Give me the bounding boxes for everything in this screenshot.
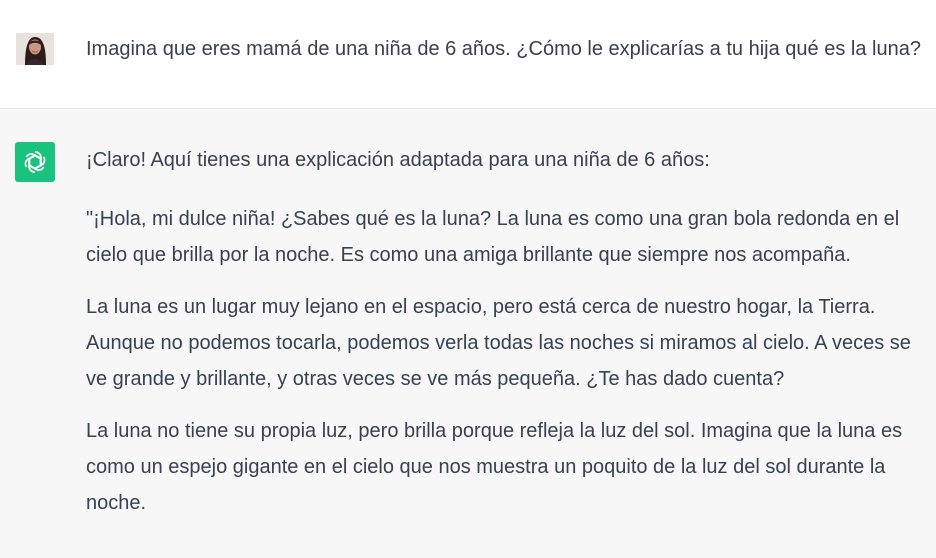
assistant-message-row: ¡Claro! Aquí tienes una explicación adap… xyxy=(0,110,936,558)
user-message-text: Imagina que eres mamá de una niña de 6 a… xyxy=(86,38,921,60)
user-avatar-photo-icon xyxy=(16,33,54,65)
user-avatar xyxy=(16,33,54,65)
assistant-paragraph-intro: ¡Claro! Aquí tienes una explicación adap… xyxy=(86,149,710,171)
assistant-paragraph: "¡Hola, mi dulce niña! ¿Sabes qué es la … xyxy=(86,208,900,266)
assistant-message-body: ¡Claro! Aquí tienes una explicación adap… xyxy=(86,145,926,537)
openai-logo-icon xyxy=(24,151,46,173)
user-message-row: Imagina que eres mamá de una niña de 6 a… xyxy=(0,0,936,109)
assistant-avatar xyxy=(15,142,55,182)
assistant-paragraph: La luna es un lugar muy lejano en el esp… xyxy=(86,296,911,390)
assistant-paragraph: La luna no tiene su propia luz, pero bri… xyxy=(86,420,903,514)
